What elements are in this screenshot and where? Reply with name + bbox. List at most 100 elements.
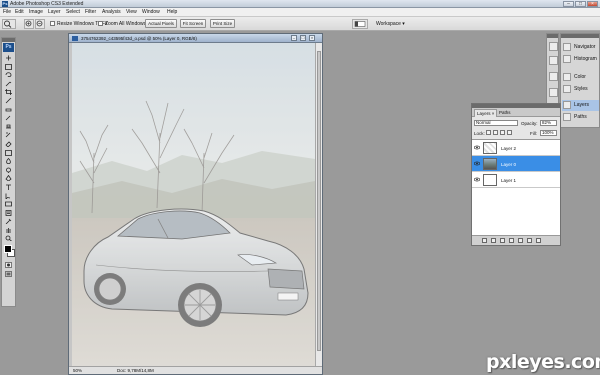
notes-tool[interactable] bbox=[2, 209, 15, 218]
options-bar: Resize Windows To Fit Zoom All Windows A… bbox=[0, 17, 600, 31]
dock-strip-icon-4[interactable] bbox=[549, 88, 558, 97]
screen-mode-tool[interactable] bbox=[2, 270, 15, 279]
scrollbar-thumb[interactable] bbox=[317, 51, 321, 351]
lock-image-icon[interactable] bbox=[493, 130, 498, 135]
type-tool[interactable] bbox=[2, 183, 15, 192]
vertical-scrollbar[interactable] bbox=[315, 43, 322, 366]
dodge-tool[interactable] bbox=[2, 166, 15, 175]
dock-item-layers[interactable]: Layers bbox=[562, 100, 599, 111]
new-layer-icon[interactable] bbox=[527, 238, 532, 243]
delete-layer-icon[interactable] bbox=[536, 238, 541, 243]
panel-dock-header[interactable] bbox=[561, 34, 599, 38]
eraser-tool[interactable] bbox=[2, 140, 15, 149]
zoom-in-button[interactable] bbox=[24, 19, 34, 29]
layers-panel-footer bbox=[472, 235, 560, 245]
clone-stamp-tool[interactable] bbox=[2, 123, 15, 132]
tab-layers[interactable]: Layers × bbox=[474, 109, 498, 117]
dock-strip-icon-3[interactable] bbox=[549, 72, 558, 81]
layers-panel[interactable]: Layers × Paths Normal Opacity: 82% Lock:… bbox=[471, 103, 561, 246]
zoom-tool[interactable] bbox=[2, 234, 15, 243]
menu-window[interactable]: Window bbox=[142, 10, 160, 15]
slice-tool[interactable] bbox=[2, 97, 15, 106]
quick-mask-tool[interactable] bbox=[2, 261, 15, 270]
color-swatches[interactable] bbox=[2, 243, 15, 261]
blur-tool[interactable] bbox=[2, 157, 15, 166]
menu-view[interactable]: View bbox=[126, 10, 137, 15]
document-size[interactable]: Doc: 9,78M/14,8M bbox=[117, 368, 154, 373]
link-layers-icon[interactable] bbox=[482, 238, 487, 243]
layer-row-layer-0[interactable]: Layer 0 bbox=[472, 156, 560, 172]
zoom-tool-preset[interactable] bbox=[2, 19, 16, 29]
menu-image[interactable]: Image bbox=[29, 10, 43, 15]
tab-paths[interactable]: Paths bbox=[497, 109, 513, 117]
dock-item-paths[interactable]: Paths bbox=[562, 112, 599, 123]
dock-strip-icon-2[interactable] bbox=[549, 56, 558, 65]
menu-help[interactable]: Help bbox=[167, 10, 177, 15]
eye-icon[interactable] bbox=[474, 145, 480, 150]
doc-minimize-button[interactable]: – bbox=[291, 35, 297, 41]
doc-close-button[interactable]: × bbox=[309, 35, 315, 41]
opacity-input[interactable]: 82% bbox=[540, 120, 557, 126]
layers-icon bbox=[563, 101, 571, 109]
new-group-icon[interactable] bbox=[518, 238, 523, 243]
menu-analysis[interactable]: Analysis bbox=[102, 10, 121, 15]
doc-maximize-button[interactable]: □ bbox=[300, 35, 306, 41]
menu-select[interactable]: Select bbox=[66, 10, 80, 15]
close-button[interactable]: × bbox=[587, 1, 598, 7]
minimize-button[interactable]: – bbox=[563, 1, 574, 7]
hand-tool[interactable] bbox=[2, 226, 15, 235]
dock-item-navigator[interactable]: Navigator bbox=[562, 42, 599, 53]
move-tool[interactable] bbox=[2, 54, 15, 63]
eye-icon[interactable] bbox=[474, 161, 480, 166]
resize-windows-checkbox[interactable] bbox=[50, 21, 55, 26]
layer-row-layer-1[interactable]: Layer 1 bbox=[472, 172, 560, 188]
dock-item-color[interactable]: Color bbox=[562, 72, 599, 83]
image-canvas[interactable] bbox=[72, 43, 315, 366]
gradient-tool[interactable] bbox=[2, 149, 15, 158]
maximize-button[interactable]: □ bbox=[575, 1, 586, 7]
healing-brush-tool[interactable] bbox=[2, 106, 15, 115]
lock-position-icon[interactable] bbox=[500, 130, 505, 135]
menu-layer[interactable]: Layer bbox=[48, 10, 61, 15]
layer-mask-icon[interactable] bbox=[500, 238, 505, 243]
dock-item-histogram[interactable]: Histogram bbox=[562, 54, 599, 65]
zoom-level[interactable]: 50% bbox=[73, 368, 82, 373]
menu-edit[interactable]: Edit bbox=[15, 10, 24, 15]
fit-screen-button[interactable]: Fit Screen bbox=[180, 19, 206, 28]
lock-all-icon[interactable] bbox=[507, 130, 512, 135]
panel-toggle-button[interactable] bbox=[352, 19, 368, 29]
shape-tool[interactable] bbox=[2, 200, 15, 209]
color-icon bbox=[563, 73, 571, 81]
foreground-color-swatch[interactable] bbox=[4, 245, 12, 254]
brush-tool[interactable] bbox=[2, 114, 15, 123]
pen-tool[interactable] bbox=[2, 174, 15, 183]
actual-pixels-button[interactable]: Actual Pixels bbox=[145, 19, 177, 28]
crop-tool[interactable] bbox=[2, 88, 15, 97]
document-window[interactable]: 3754762392_c43595f43d_o.psd @ 50% (Layer… bbox=[68, 33, 323, 375]
history-brush-tool[interactable] bbox=[2, 131, 15, 140]
fill-input[interactable]: 100% bbox=[540, 130, 557, 136]
document-title-bar[interactable]: 3754762392_c43595f43d_o.psd @ 50% (Layer… bbox=[69, 34, 322, 43]
lasso-tool[interactable] bbox=[2, 71, 15, 80]
layer-row-layer-2[interactable]: Layer 2 bbox=[472, 140, 560, 156]
menu-file[interactable]: File bbox=[3, 10, 11, 15]
adjustment-layer-icon[interactable] bbox=[509, 238, 514, 243]
dock-item-styles[interactable]: Styles bbox=[562, 84, 599, 95]
eyedropper-tool[interactable] bbox=[2, 217, 15, 226]
toolbox-header[interactable] bbox=[2, 38, 15, 42]
workspace-menu[interactable]: Workspace ▾ bbox=[376, 21, 405, 27]
quick-selection-tool[interactable] bbox=[2, 80, 15, 89]
blend-mode-select[interactable]: Normal bbox=[474, 120, 518, 126]
zoom-all-windows-checkbox[interactable] bbox=[98, 21, 103, 26]
marquee-tool[interactable] bbox=[2, 63, 15, 72]
layer-style-icon[interactable] bbox=[491, 238, 496, 243]
lock-transparency-icon[interactable] bbox=[486, 130, 491, 135]
dock-strip-header[interactable] bbox=[547, 34, 558, 38]
clone-stamp-icon bbox=[5, 124, 12, 130]
print-size-button[interactable]: Print Size bbox=[210, 19, 235, 28]
zoom-out-button[interactable] bbox=[35, 19, 45, 29]
eye-icon[interactable] bbox=[474, 177, 480, 182]
path-selection-tool[interactable] bbox=[2, 192, 15, 201]
dock-strip-icon-1[interactable] bbox=[549, 42, 558, 51]
menu-filter[interactable]: Filter bbox=[85, 10, 96, 15]
